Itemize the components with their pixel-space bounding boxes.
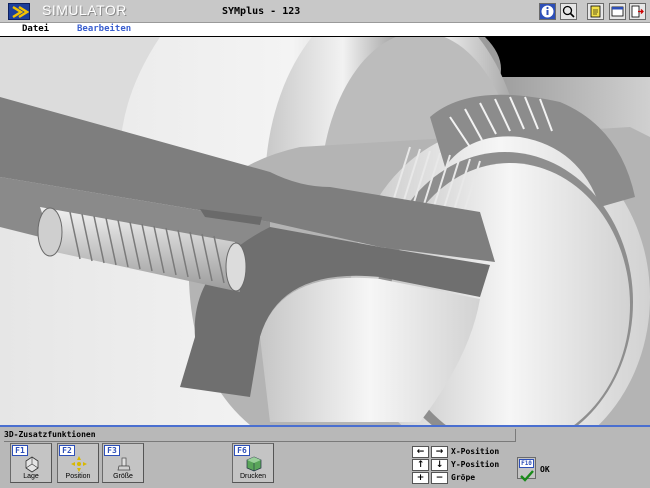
f1-lage-button[interactable]: F1 Lage bbox=[10, 443, 52, 483]
f6-caption: Drucken bbox=[239, 473, 267, 480]
workpiece-3d-render bbox=[0, 37, 650, 425]
size-minus-button[interactable]: − bbox=[431, 472, 448, 484]
f2-caption: Position bbox=[65, 473, 91, 480]
f1-caption: Lage bbox=[23, 473, 39, 480]
panel-divider bbox=[4, 441, 516, 442]
print-cube-icon bbox=[245, 455, 263, 473]
function-panel: 3D-Zusatzfunktionen F1 Lage F2 Position … bbox=[0, 425, 650, 488]
orientation-icon bbox=[23, 455, 41, 473]
f6-drucken-button[interactable]: F6 Drucken bbox=[232, 443, 274, 483]
menu-bar: Datei Bearbeiten bbox=[0, 23, 650, 37]
y-down-arrow-button[interactable]: ↓ bbox=[431, 459, 448, 471]
y-up-arrow-button[interactable]: ↑ bbox=[412, 459, 429, 471]
exit-icon[interactable] bbox=[629, 3, 646, 20]
f3-groesse-button[interactable]: F3 Größe bbox=[102, 443, 144, 483]
title-bar: SIMULATOR SYMplus - 123 bbox=[0, 0, 650, 23]
f3-caption: Größe bbox=[113, 473, 133, 480]
info-icon[interactable] bbox=[539, 3, 556, 20]
menu-bearbeiten[interactable]: Bearbeiten bbox=[77, 24, 131, 34]
panel-divider-vertical bbox=[515, 429, 516, 441]
simulator-logo-icon bbox=[8, 3, 30, 20]
f10-ok-button[interactable]: F10 bbox=[517, 457, 536, 482]
document-title: SYMplus - 123 bbox=[222, 6, 301, 17]
checkmark-icon bbox=[520, 467, 534, 486]
groesse-label: Gröpe bbox=[451, 473, 476, 482]
window-icon[interactable] bbox=[609, 3, 626, 20]
panel-title: 3D-Zusatzfunktionen bbox=[4, 430, 96, 439]
help-magnifier-icon[interactable] bbox=[560, 3, 577, 20]
size-plus-button[interactable]: + bbox=[412, 472, 429, 484]
menu-datei[interactable]: Datei bbox=[22, 24, 49, 34]
f2-position-button[interactable]: F2 Position bbox=[57, 443, 99, 483]
ok-label: OK bbox=[540, 465, 550, 474]
x-position-label: X-Position bbox=[451, 447, 500, 456]
move-icon bbox=[70, 455, 88, 473]
app-title: SIMULATOR bbox=[42, 2, 127, 18]
y-position-label: Y-Position bbox=[451, 460, 500, 469]
notepad-icon[interactable] bbox=[587, 3, 604, 20]
x-left-arrow-button[interactable]: ← bbox=[412, 446, 429, 458]
3d-viewport[interactable] bbox=[0, 37, 650, 425]
x-right-arrow-button[interactable]: → bbox=[431, 446, 448, 458]
size-icon bbox=[115, 455, 133, 473]
